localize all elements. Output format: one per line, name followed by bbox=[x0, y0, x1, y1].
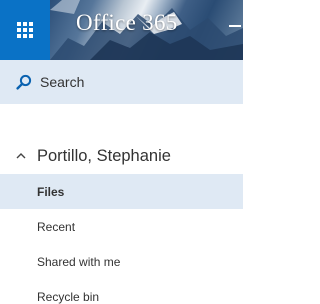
nav-item-files[interactable]: Files bbox=[0, 174, 243, 209]
files-nav-list: Files Recent Shared with me Recycle bin bbox=[0, 174, 243, 304]
owner-name: Portillo, Stephanie bbox=[37, 146, 171, 165]
nav-item-recycle-bin[interactable]: Recycle bin bbox=[0, 279, 243, 304]
nav-item-recent[interactable]: Recent bbox=[0, 209, 243, 244]
nav-item-shared-with-me[interactable]: Shared with me bbox=[0, 244, 243, 279]
app-launcher-button[interactable] bbox=[0, 0, 50, 60]
banner-dash-mark bbox=[229, 25, 241, 27]
waffle-icon bbox=[17, 22, 33, 38]
chevron-up-icon bbox=[15, 150, 27, 162]
search-button[interactable]: Search bbox=[0, 60, 243, 104]
search-label: Search bbox=[40, 74, 85, 90]
suite-header: Office 365 bbox=[0, 0, 243, 61]
tree-owner-toggle[interactable]: Portillo, Stephanie bbox=[0, 140, 243, 172]
onedrive-app: Office 365 Search Portillo, Stephanie Fi… bbox=[0, 0, 243, 304]
office-365-brand[interactable]: Office 365 bbox=[76, 10, 178, 36]
search-icon bbox=[15, 73, 33, 91]
